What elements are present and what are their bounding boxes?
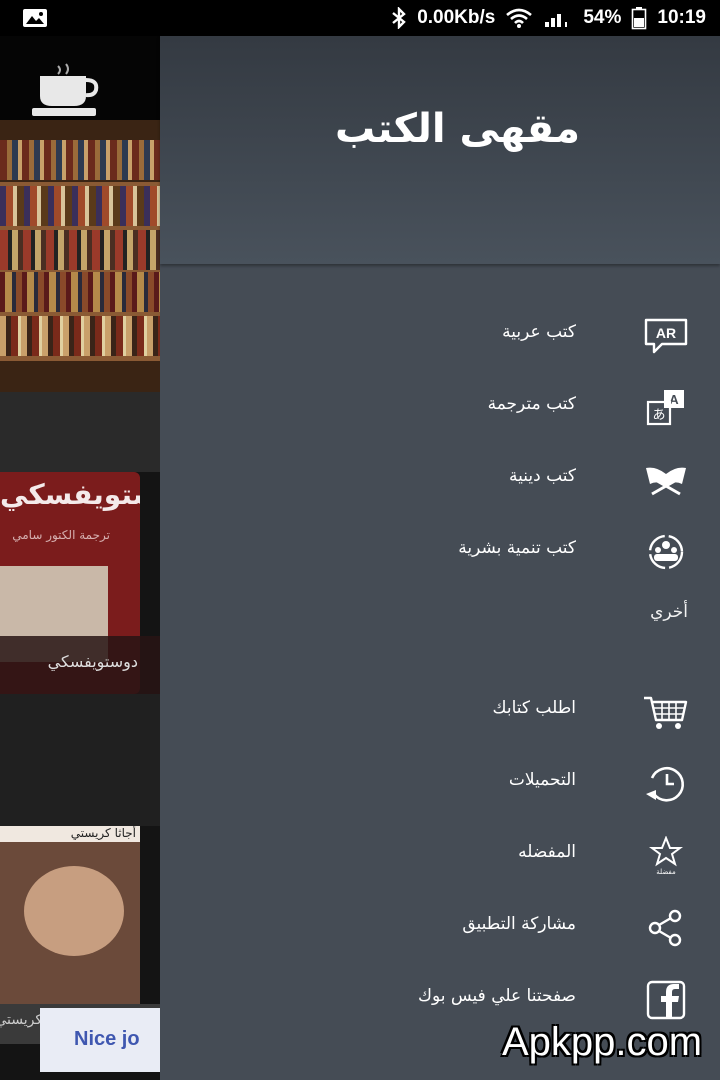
share-icon: [648, 909, 682, 947]
menu-item-translated-books[interactable]: A あ كتب مترجمة: [160, 372, 720, 444]
app-toolbar: [0, 36, 160, 120]
svg-text:あ: あ: [652, 408, 665, 423]
wifi-icon: [506, 8, 533, 28]
menu-item-downloads[interactable]: التحميلات: [160, 748, 720, 820]
menu-item-label: صفحتنا علي فيس بوك: [417, 986, 576, 1006]
status-bar: 0.00Kb/s 54% 10:19: [0, 0, 720, 36]
snackbar: Nice jo: [40, 1008, 180, 1072]
snackbar-text: Nice jo: [74, 1028, 140, 1050]
watermark: Apkpp.com: [502, 1020, 703, 1064]
menu-item-self-development-books[interactable]: كتب تنمية بشرية: [160, 516, 720, 588]
menu-item-label: التحميلات: [508, 770, 576, 790]
translate-icon: A あ: [646, 390, 684, 426]
menu-item-religious-books[interactable]: كتب دينية: [160, 444, 720, 516]
svg-text:AR: AR: [656, 325, 676, 341]
book-title: دوستويفسكي: [0, 478, 140, 511]
background-app: دوستويفسكي ترجمة الكتور سامي دوستويفسكي …: [0, 36, 160, 1080]
menu-item-request-book[interactable]: اطلب كتابك: [160, 676, 720, 748]
signal-icon: [545, 14, 568, 27]
book-subtitle: ترجمة الكتور سامي: [12, 528, 110, 542]
quran-stand-icon: [646, 467, 686, 496]
book-card-agatha-christie[interactable]: أجاثا كريستي: [0, 826, 140, 1004]
navigation-drawer: مقهى الكتب AR كتب عربية A あ كتب مترجمة ك…: [160, 36, 720, 1080]
star-icon-caption: مفضلة: [656, 868, 676, 876]
battery-percent: 54%: [583, 7, 622, 28]
book-caption: دوستويفسكي: [0, 636, 160, 694]
menu-item-favorites[interactable]: مفضلة المفضله: [160, 820, 720, 892]
book-cover-art: [24, 866, 124, 956]
menu-item-label: المفضله: [518, 842, 576, 862]
menu-item-label: مشاركة التطبيق: [462, 914, 576, 934]
network-speed: 0.00Kb/s: [417, 7, 496, 28]
cart-icon: [644, 696, 688, 729]
section-header-other: أخري: [650, 602, 688, 622]
battery-icon: [632, 7, 647, 30]
coffee-cup-logo-icon: [32, 63, 99, 116]
history-icon: [646, 767, 684, 802]
menu-item-label: كتب عربية: [502, 322, 576, 342]
book-author: أجاثا كريستي: [0, 826, 140, 842]
facebook-icon: [646, 980, 686, 1020]
group-circle-icon: [648, 534, 684, 570]
menu-item-label: كتب دينية: [509, 466, 576, 486]
menu-item-share-app[interactable]: مشاركة التطبيق: [160, 892, 720, 964]
star-icon: مفضلة: [649, 836, 683, 876]
menu-item-label: كتب تنمية بشرية: [458, 538, 576, 558]
bookshelf-banner: [0, 120, 160, 392]
drawer-header: مقهى الكتب: [160, 36, 720, 264]
clock: 10:19: [657, 7, 706, 28]
bluetooth-icon: [392, 7, 406, 29]
image-icon: [23, 9, 47, 27]
menu-item-arabic-books[interactable]: AR كتب عربية: [160, 300, 720, 372]
ar-badge-icon: AR: [644, 318, 688, 354]
menu-item-label: اطلب كتابك: [492, 698, 576, 718]
menu-item-label: كتب مترجمة: [487, 394, 576, 414]
app-title: مقهى الكتب: [334, 106, 580, 152]
